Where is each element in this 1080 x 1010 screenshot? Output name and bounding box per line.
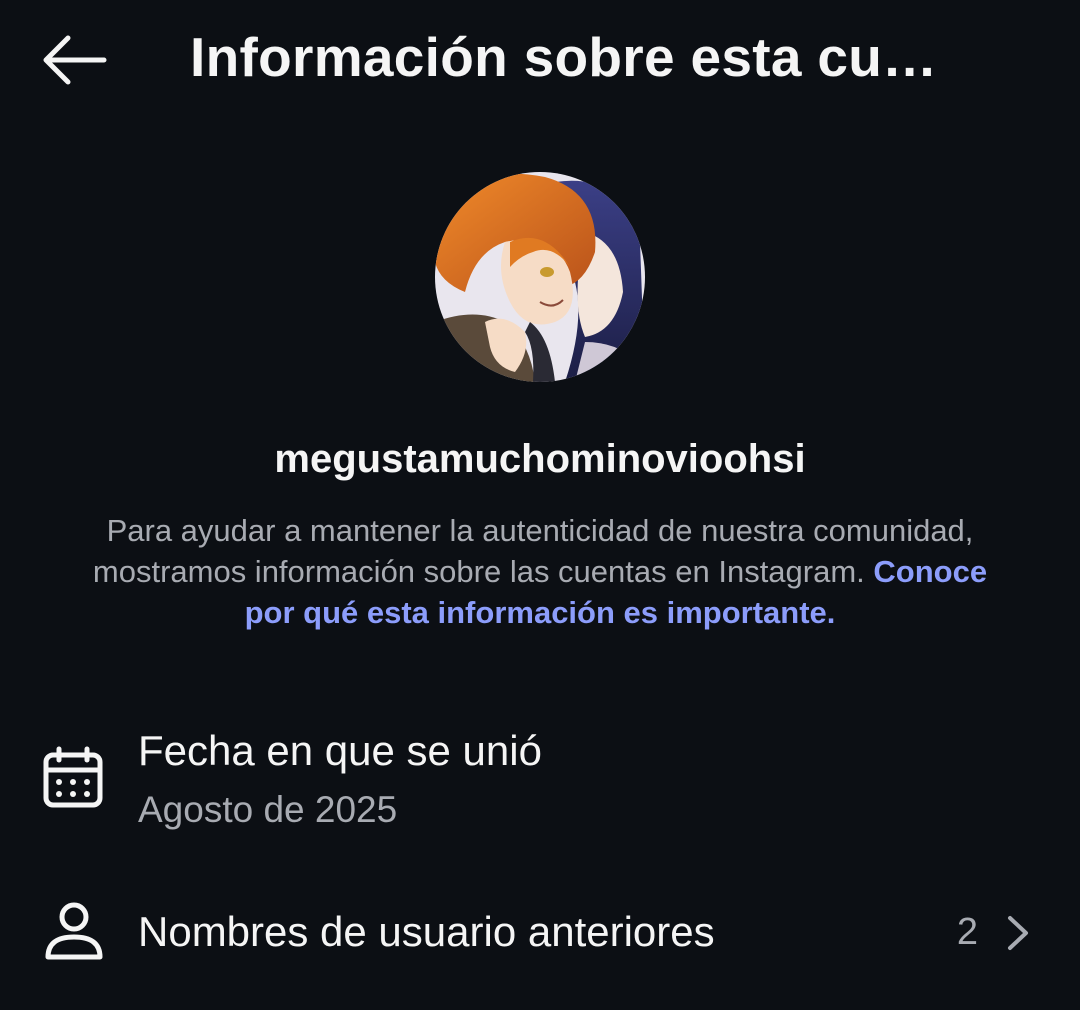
previous-usernames-row[interactable]: Nombres de usuario anteriores 2 — [0, 885, 1080, 985]
date-joined-label: Fecha en que se unió — [138, 727, 542, 774]
arrow-left-icon — [43, 35, 107, 85]
avatar-illustration — [435, 172, 645, 382]
previous-usernames-label: Nombres de usuario anteriores — [138, 908, 715, 955]
account-info-description: Para ayudar a mantener la autenticidad d… — [70, 510, 1010, 633]
top-bar: Información sobre esta cu… — [0, 0, 1080, 120]
page-title: Información sobre esta cu… — [190, 26, 938, 88]
avatar[interactable] — [435, 172, 645, 382]
previous-usernames-count: 2 — [956, 911, 978, 953]
date-joined-row: Fecha en que se unió Agosto de 2025 — [0, 720, 1080, 850]
description-text: Para ayudar a mantener la autenticidad d… — [92, 513, 974, 589]
date-joined-value: Agosto de 2025 — [138, 789, 398, 830]
calendar-icon — [42, 746, 104, 810]
back-button[interactable] — [38, 34, 110, 86]
chevron-right-icon — [1006, 915, 1030, 951]
username: megustamuchominovioohsi — [274, 437, 806, 481]
user-icon — [42, 899, 106, 963]
